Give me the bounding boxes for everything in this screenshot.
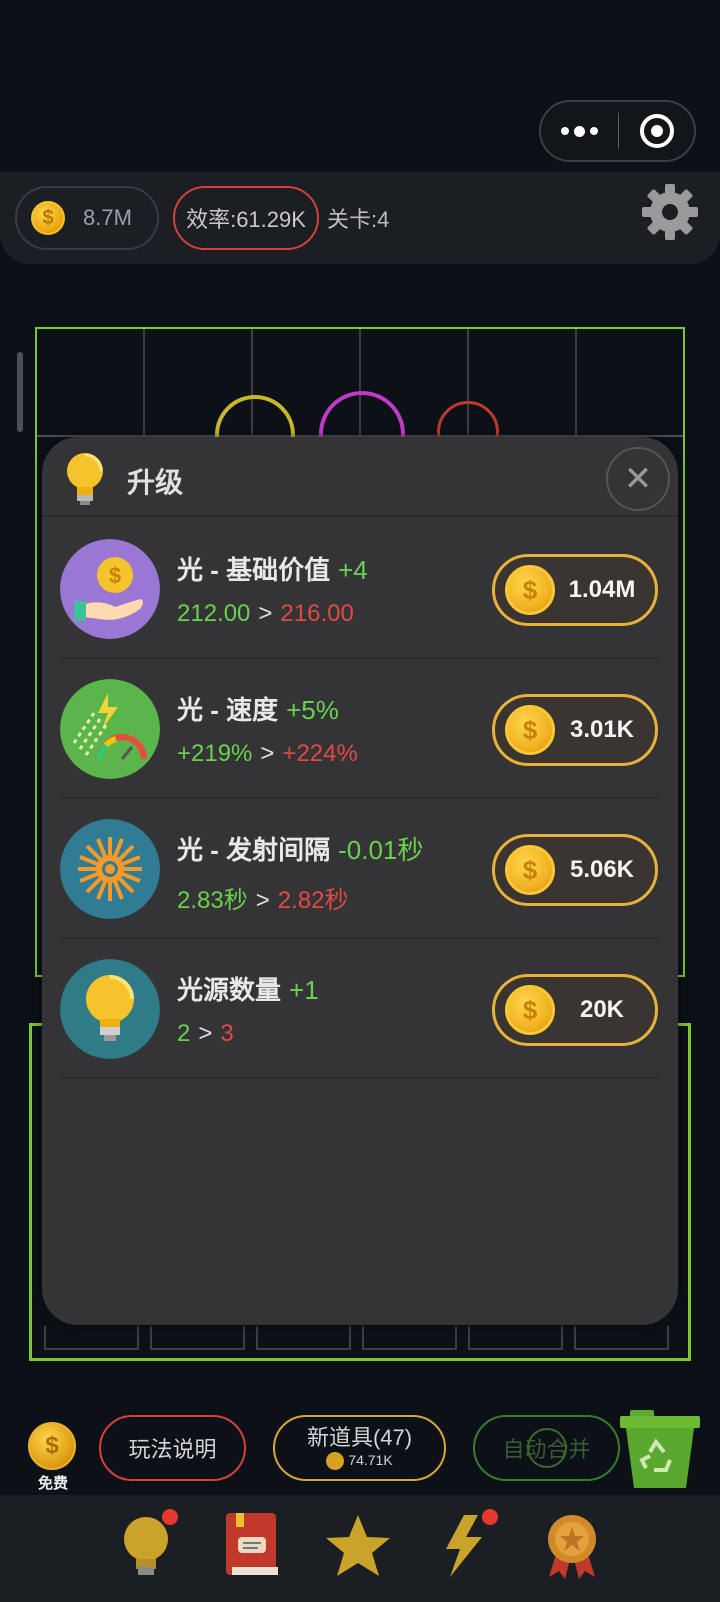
coin-hand-icon: $ <box>60 539 160 639</box>
arrow-sign: > <box>258 600 273 627</box>
price-label: 5.06K <box>569 856 635 883</box>
upgrade-row-light-count: 光源数量 +1 2 >3 $ 20K <box>60 939 660 1079</box>
current-value: 212.00 <box>177 600 251 627</box>
new-items-cost: 74.71K <box>348 1452 393 1469</box>
close-miniprogram-button[interactable] <box>619 114 694 148</box>
coin-icon: $ <box>505 705 555 755</box>
buy-button[interactable]: $ 20K <box>492 974 658 1046</box>
arrow-sign: > <box>260 740 275 767</box>
coin-icon: $ <box>28 1422 76 1470</box>
free-coin-button[interactable]: $ 免费 <box>28 1422 78 1493</box>
next-value: +224% <box>282 740 358 767</box>
medal-icon[interactable] <box>537 1511 607 1581</box>
upgrade-increment: -0.01秒 <box>338 835 424 865</box>
miniprogram-capsule <box>539 100 696 162</box>
help-label: 玩法说明 <box>128 1437 217 1462</box>
recycle-bin-icon[interactable] <box>620 1408 700 1490</box>
coin-balance: $ 8.7M <box>15 186 159 250</box>
current-value: 2 <box>177 1020 191 1047</box>
coin-balance-value: 8.7M <box>83 205 132 230</box>
next-value: 216.00 <box>280 600 354 627</box>
upgrade-increment: +5% <box>286 695 339 725</box>
more-menu-button[interactable] <box>541 125 618 137</box>
close-button[interactable]: ✕ <box>606 447 670 511</box>
star-icon[interactable] <box>323 1511 393 1581</box>
upgrade-name: 光源数量 <box>177 975 282 1005</box>
notification-dot <box>162 1509 178 1525</box>
coin-icon: $ <box>505 565 555 615</box>
svg-text:$: $ <box>109 563 121 588</box>
upgrade-name: 光 - 基础价值 <box>177 555 331 585</box>
help-button[interactable]: 玩法说明 <box>99 1415 246 1481</box>
auto-merge-button[interactable]: 自动合并 <box>473 1415 620 1481</box>
coin-icon: $ <box>505 985 555 1035</box>
buy-button[interactable]: $ 5.06K <box>492 834 658 906</box>
next-value: 2.82秒 <box>277 887 349 914</box>
current-value: 2.83秒 <box>177 887 248 914</box>
upgrade-dialog: 升级 ✕ $ 光 - 基础价值 +4 212.00 >216.00 $ 1.04M <box>42 437 678 1325</box>
book-icon[interactable] <box>218 1511 288 1581</box>
upgrade-row-base-value: $ 光 - 基础价值 +4 212.00 >216.00 $ 1.04M <box>60 519 660 659</box>
upgrade-name: 光 - 速度 <box>177 695 279 725</box>
bulb-icon <box>60 959 160 1059</box>
scroll-indicator <box>17 352 23 432</box>
new-items-button[interactable]: 新道具(47) 74.71K <box>273 1415 446 1481</box>
arrow-sign: > <box>198 1020 213 1047</box>
level-label: 关卡:4 <box>327 207 390 232</box>
gear-icon[interactable] <box>640 182 700 242</box>
free-label: 免费 <box>37 1475 68 1492</box>
efficiency-badge: 效率:61.29K <box>173 186 319 250</box>
price-label: 1.04M <box>568 576 636 603</box>
speed-gauge-icon <box>60 679 160 779</box>
bulb-icon <box>67 453 103 505</box>
next-value: 3 <box>220 1020 234 1047</box>
coin-icon: $ <box>31 201 65 235</box>
buy-button[interactable]: $ 1.04M <box>492 554 658 626</box>
price-label: 3.01K <box>569 716 635 743</box>
current-value: +219% <box>177 740 253 767</box>
new-items-label: 新道具(47) <box>306 1424 413 1450</box>
upgrade-increment: +4 <box>338 555 368 585</box>
upgrade-row-interval: 光 - 发射间隔 -0.01秒 2.83秒 >2.82秒 $ 5.06K <box>60 799 660 939</box>
coin-icon <box>326 1452 345 1471</box>
arrow-sign: > <box>255 887 270 914</box>
sun-icon <box>60 819 160 919</box>
top-status-bar: $ 8.7M 效率:61.29K 关卡:4 <box>0 172 720 264</box>
coin-icon: $ <box>505 845 555 895</box>
dialog-header: 升级 ✕ <box>42 437 678 517</box>
target-icon <box>639 114 674 148</box>
play-video-icon <box>527 1428 567 1468</box>
notification-dot <box>482 1509 498 1525</box>
upgrade-row-speed: 光 - 速度 +5% +219% > +224% $ 3.01K <box>60 659 660 799</box>
buy-button[interactable]: $ 3.01K <box>492 694 658 766</box>
bottom-tab-bar <box>0 1495 720 1602</box>
upgrade-name: 光 - 发射间隔 <box>177 835 331 865</box>
dialog-title: 升级 <box>127 467 184 498</box>
upgrade-increment: +1 <box>289 975 319 1005</box>
price-label: 20K <box>579 996 625 1023</box>
close-icon: ✕ <box>623 460 653 498</box>
